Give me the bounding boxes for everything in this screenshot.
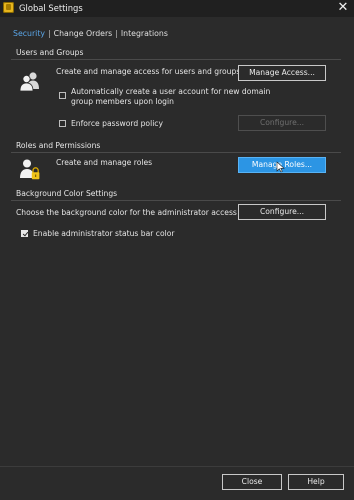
roles-description: Create and manage roles [56, 158, 153, 167]
user-lock-icon [20, 159, 40, 180]
enforce-password-policy-checkbox[interactable] [59, 120, 66, 127]
background-color-description: Choose the background color for the admi… [16, 208, 237, 217]
close-window-icon[interactable]: ✕ [335, 0, 351, 16]
status-bar-color-label: Enable administrator status bar color [33, 229, 175, 238]
tab-security[interactable]: Security [13, 29, 45, 38]
auto-create-account-label: Automatically create a user account for … [71, 87, 271, 106]
section-title-users-groups: Users and Groups [16, 48, 84, 57]
section-divider [11, 59, 341, 60]
section-title-background-color: Background Color Settings [16, 189, 118, 198]
window-title: Global Settings [19, 3, 83, 13]
mouse-pointer-icon [276, 161, 285, 173]
tab-bar: Security | Change Orders | Integrations [13, 29, 168, 38]
manage-access-button[interactable]: Manage Access... [238, 65, 326, 81]
tab-integrations[interactable]: Integrations [121, 29, 168, 38]
app-icon [3, 2, 14, 13]
tab-separator: | [115, 29, 118, 38]
title-bar: Global Settings ✕ [0, 0, 354, 17]
status-bar-color-checkbox[interactable] [21, 230, 28, 237]
close-button[interactable]: Close [222, 474, 282, 490]
auto-create-account-checkbox[interactable] [59, 92, 66, 99]
password-policy-configure-button[interactable]: Configure... [238, 115, 326, 131]
enforce-password-policy-label: Enforce password policy [71, 119, 163, 128]
users-group-icon [19, 72, 39, 91]
section-title-roles-permissions: Roles and Permissions [16, 141, 101, 150]
background-configure-button[interactable]: Configure... [238, 204, 326, 220]
help-button[interactable]: Help [288, 474, 344, 490]
footer-divider [0, 466, 354, 467]
section-divider [11, 152, 341, 153]
section-divider [11, 200, 341, 201]
users-groups-description: Create and manage access for users and g… [56, 67, 241, 76]
tab-separator: | [48, 29, 51, 38]
tab-change-orders[interactable]: Change Orders [54, 29, 113, 38]
